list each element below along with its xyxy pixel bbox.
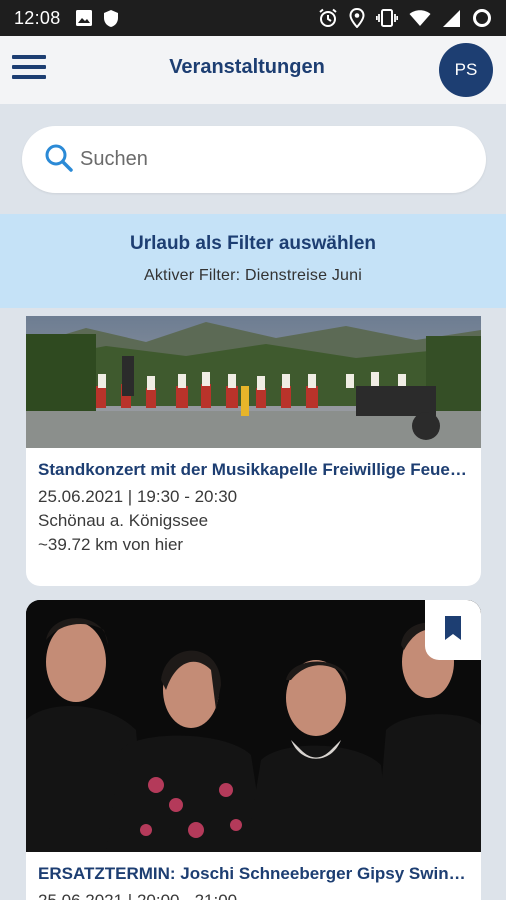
status-bar: 12:08 <box>0 0 506 36</box>
event-datetime: 25.06.2021 | 20:00 - 21:00 <box>38 891 469 900</box>
avatar[interactable]: PS <box>439 43 493 97</box>
filter-banner[interactable]: Urlaub als Filter auswählen Aktiver Filt… <box>0 214 506 308</box>
search-icon <box>44 143 74 177</box>
alarm-icon <box>318 8 338 28</box>
event-datetime: 25.06.2021 | 19:30 - 20:30 <box>38 487 238 506</box>
page-title: Veranstaltungen <box>169 56 325 78</box>
battery-icon <box>472 8 492 28</box>
filter-title: Urlaub als Filter auswählen <box>129 233 377 254</box>
event-card[interactable]: ERSATZTERMIN: Joschi Schneeberger Gipsy … <box>26 600 481 900</box>
app-bar: Veranstaltungen PS <box>0 36 506 104</box>
vibrate-icon <box>376 8 398 28</box>
search-input[interactable] <box>80 148 440 171</box>
bookmark-icon <box>443 615 463 645</box>
event-distance: ~39.72 km von hier <box>38 535 184 554</box>
search-bar[interactable] <box>22 126 486 193</box>
bookmark-button[interactable] <box>425 600 481 660</box>
event-title: Standkonzert mit der Musikkapelle Freiwi… <box>38 460 469 479</box>
event-location: Schönau a. Königssee <box>38 511 209 530</box>
image-icon <box>75 9 93 27</box>
brass-band-concert-photo <box>26 316 481 448</box>
band-portrait-photo <box>26 600 481 852</box>
wifi-icon <box>409 9 431 27</box>
signal-icon <box>442 9 461 28</box>
location-icon <box>349 8 365 28</box>
event-card[interactable]: Standkonzert mit der Musikkapelle Freiwi… <box>26 316 481 586</box>
event-title: ERSATZTERMIN: Joschi Schneeberger Gipsy … <box>38 864 469 883</box>
status-time: 12:08 <box>14 7 61 28</box>
active-filter-label: Aktiver Filter: Dienstreise Juni <box>143 267 363 284</box>
shield-icon <box>103 9 119 28</box>
